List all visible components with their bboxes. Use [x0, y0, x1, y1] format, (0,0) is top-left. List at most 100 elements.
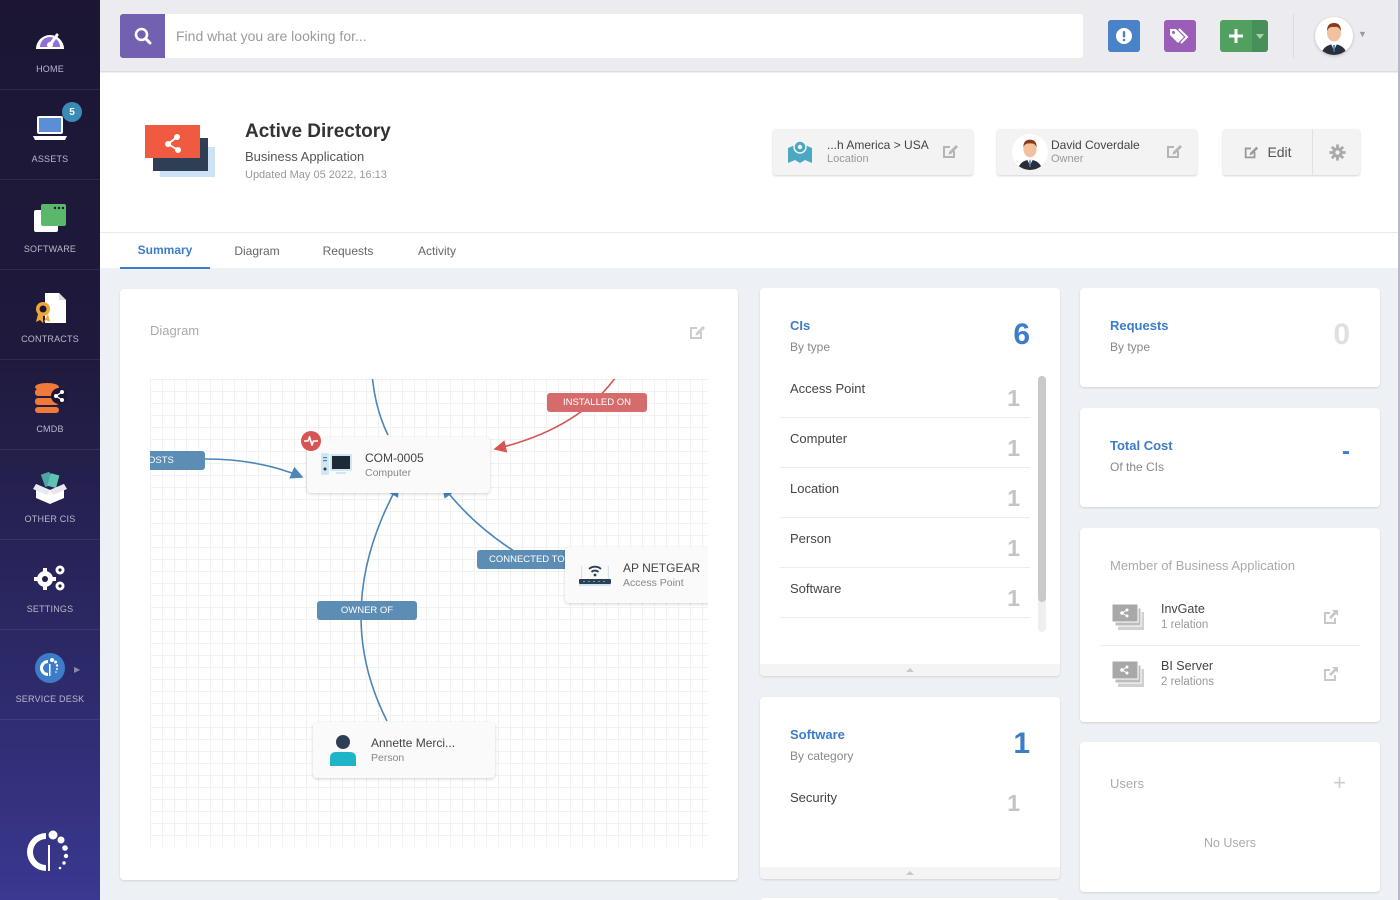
window-icon [32, 200, 68, 236]
search-icon [134, 27, 151, 45]
edit-label: Edit [1267, 144, 1292, 160]
edit-button[interactable]: Edit [1223, 129, 1313, 175]
external-link-icon[interactable] [1322, 665, 1340, 688]
add-button[interactable] [1220, 20, 1252, 52]
sidebar-item-label: HOME [36, 64, 64, 74]
diagram-node-access-point[interactable]: AP NETGEAR Access Point [565, 547, 708, 603]
sidebar-item-cmdb[interactable]: CMDB [0, 360, 100, 450]
add-user-button[interactable]: + [1333, 770, 1346, 796]
row-label: Location [790, 481, 840, 496]
list-item[interactable]: Location 1 [780, 468, 1030, 518]
software-subtitle: By category [790, 749, 854, 763]
edge-label-connected-to[interactable]: CONNECTED TO [477, 550, 577, 569]
requests-title[interactable]: Requests [1110, 318, 1169, 333]
edit-diagram-icon[interactable] [688, 323, 706, 346]
scrollbar-thumb[interactable] [1038, 376, 1046, 602]
cis-scrollbar[interactable] [1038, 376, 1046, 632]
gears-icon [32, 560, 68, 596]
caret-up-icon [906, 871, 914, 875]
edit-owner-icon[interactable] [1165, 142, 1183, 165]
sidebar-item-label: CMDB [36, 424, 64, 434]
row-label: Switch [790, 631, 828, 632]
business-application-stack-icon [1111, 603, 1144, 635]
collapse-button[interactable] [760, 664, 1060, 676]
business-application-stack-icon [1111, 660, 1144, 692]
list-item[interactable]: Computer 1 [780, 418, 1030, 468]
location-label: Location [827, 153, 869, 165]
diagram-card: Diagram OSTS INSTALLED ON OWNER OF CONNE… [120, 289, 738, 880]
list-item[interactable]: Person 1 [780, 518, 1030, 568]
member-item[interactable]: BI Server 2 relations [1100, 647, 1360, 703]
edge-label-hosts[interactable]: OSTS [150, 451, 205, 470]
collapse-button[interactable] [760, 867, 1060, 879]
users-title: Users [1110, 776, 1144, 791]
row-count: 1 [1007, 485, 1020, 511]
member-item[interactable]: InvGate 1 relation [1100, 590, 1360, 646]
cis-title[interactable]: CIs [790, 318, 810, 333]
alerts-button[interactable] [1108, 20, 1140, 52]
edge-label-owner-of[interactable]: OWNER OF [317, 601, 417, 620]
user-avatar[interactable] [1315, 17, 1353, 55]
edit-location-icon[interactable] [941, 142, 959, 165]
no-users-message: No Users [1203, 836, 1257, 850]
sidebar-item-label: SERVICE DESK [15, 694, 85, 704]
edit-icon [1245, 146, 1259, 159]
tab-activity[interactable]: Activity [402, 233, 472, 269]
tab-summary[interactable]: Summary [120, 233, 210, 269]
add-dropdown-button[interactable] [1252, 20, 1268, 52]
node-name: Annette Merci... [371, 736, 456, 750]
diagram-canvas[interactable]: OSTS INSTALLED ON OWNER OF CONNECTED TO … [150, 379, 708, 847]
list-item[interactable]: Security 1 [780, 777, 1030, 827]
edit-actions: Edit [1223, 129, 1360, 175]
sidebar-item-assets[interactable]: 5 ASSETS [0, 90, 100, 180]
database-icon [32, 380, 68, 416]
list-item[interactable]: Software 1 [780, 568, 1030, 618]
sidebar-item-other-cis[interactable]: OTHER CIs [0, 450, 100, 540]
external-link-icon[interactable] [1322, 608, 1340, 631]
member-name: BI Server [1161, 659, 1214, 673]
diagram-node-person[interactable]: Annette Merci... Person [313, 722, 495, 778]
list-item[interactable]: Switch1 [780, 618, 1030, 632]
location-value: ...h America > USA [827, 138, 929, 152]
expand-arrow-icon[interactable]: ▶ [74, 665, 80, 674]
settings-button[interactable] [1314, 129, 1360, 175]
software-title[interactable]: Software [790, 727, 845, 742]
search-button[interactable] [120, 14, 165, 58]
map-pin-icon [787, 140, 813, 169]
row-label: Software [790, 581, 842, 596]
wifi-router-icon [579, 561, 611, 592]
caret-down-icon [1256, 33, 1264, 39]
sidebar-item-label: OTHER CIs [24, 514, 76, 524]
owner-card[interactable]: David Coverdale Owner [997, 129, 1197, 175]
row-count: 1 [1007, 535, 1020, 561]
cis-by-type-card: CIs By type 6 Access Point 1 Computer 1 Lo… [760, 288, 1060, 676]
tab-diagram[interactable]: Diagram [222, 233, 292, 269]
member-of-title: Member of Business Application [1110, 558, 1295, 573]
sidebar-item-home[interactable]: HOME [0, 0, 100, 90]
sidebar-item-label: SOFTWARE [23, 244, 77, 254]
total-cost-subtitle: Of the CIs [1110, 460, 1165, 474]
business-application-icon [145, 125, 215, 177]
total-cost-title[interactable]: Total Cost [1110, 438, 1173, 453]
gauge-icon [32, 20, 68, 56]
row-count: 1 [1007, 585, 1020, 611]
sidebar-item-contracts[interactable]: CONTRACTS [0, 270, 100, 360]
tab-requests[interactable]: Requests [312, 233, 384, 269]
sidebar-item-settings[interactable]: SETTINGS [0, 540, 100, 630]
user-menu-caret-icon[interactable]: ▼ [1358, 29, 1367, 39]
diagram-title: Diagram [150, 323, 200, 338]
sidebar-item-software[interactable]: SOFTWARE [0, 180, 100, 270]
row-label: Computer [790, 431, 848, 446]
node-name: COM-0005 [365, 451, 424, 465]
divider [100, 232, 1398, 233]
edge-label-installed-on[interactable]: INSTALLED ON [547, 393, 647, 412]
diagram-node-computer[interactable]: COM-0005 Computer [301, 431, 490, 493]
member-name: InvGate [1161, 602, 1205, 616]
search-input[interactable] [165, 14, 1083, 58]
tags-button[interactable] [1164, 20, 1196, 52]
list-item[interactable]: Access Point 1 [780, 368, 1030, 418]
location-card[interactable]: ...h America > USA Location [773, 129, 973, 175]
sidebar-item-label: CONTRACTS [21, 334, 79, 344]
sidebar-item-service-desk[interactable]: ▶ SERVICE DESK [0, 630, 100, 720]
updated-timestamp: Updated May 05 2022, 16:13 [245, 169, 387, 181]
